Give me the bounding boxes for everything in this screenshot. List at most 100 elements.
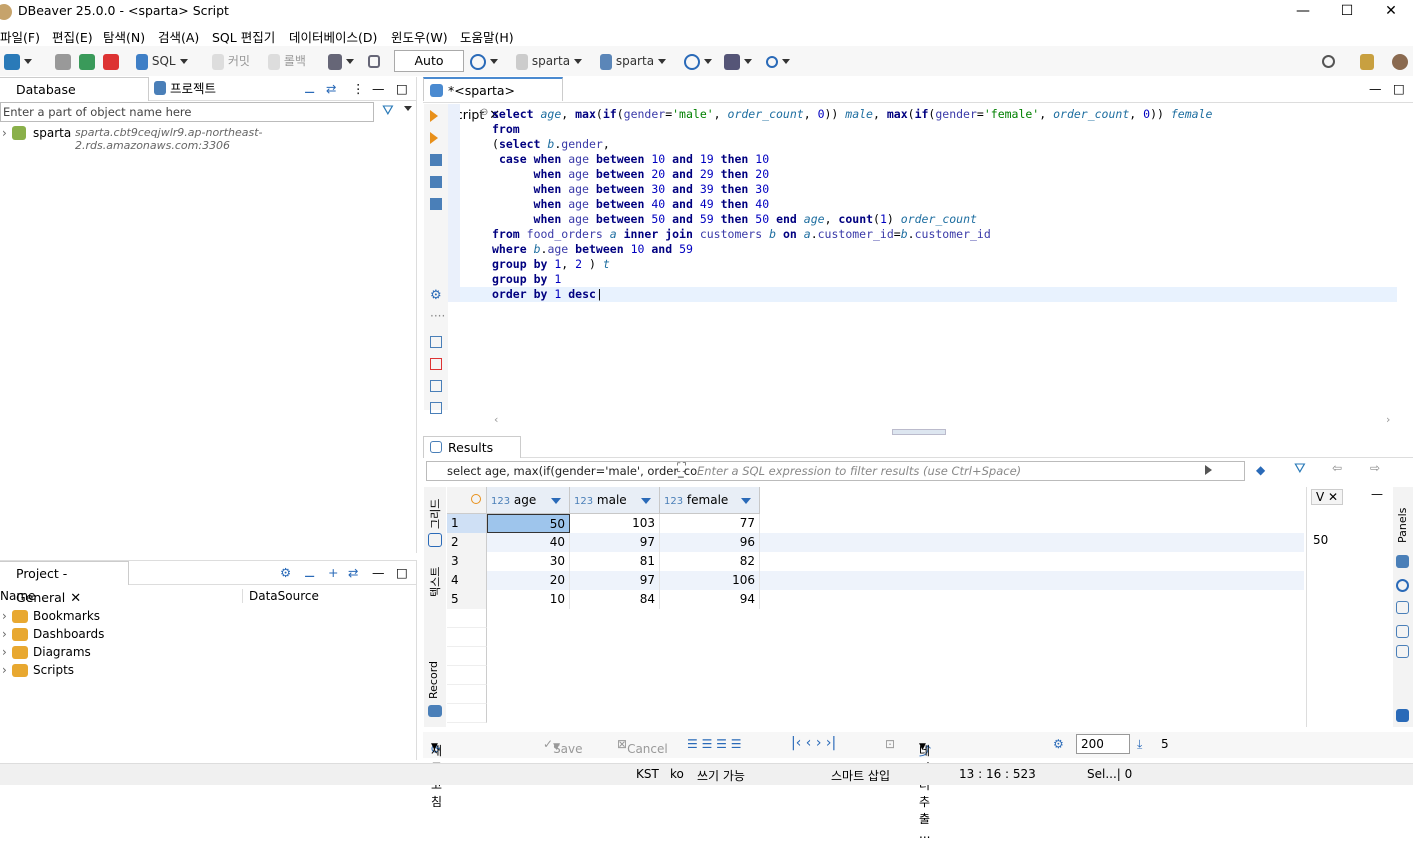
panels-tab[interactable]: Panels <box>1396 508 1409 543</box>
export-icon[interactable] <box>430 336 442 348</box>
table-cell-age[interactable]: 10 <box>487 590 570 609</box>
table-cell-female[interactable]: 106 <box>660 571 760 590</box>
project-item-bookmarks[interactable]: › Bookmarks <box>0 609 400 627</box>
value-tab[interactable]: V ✕ <box>1311 489 1344 505</box>
expand-chevron-icon[interactable]: › <box>2 645 7 659</box>
chevron-down-icon[interactable]: ▼ <box>919 742 926 752</box>
link-icon[interactable]: ⇄ <box>348 561 358 585</box>
table-cell-age[interactable]: 30 <box>487 552 570 571</box>
row-number[interactable]: 4 <box>447 571 487 590</box>
page-navigation-icon[interactable]: |‹ ‹ › ›| <box>791 735 836 751</box>
sort-icon[interactable] <box>551 498 561 504</box>
filter-icon[interactable]: ⛛ <box>1294 461 1306 477</box>
references-icon[interactable] <box>1396 645 1409 658</box>
table-cell-male[interactable]: 81 <box>570 552 660 571</box>
menu-search[interactable]: 검색(A) <box>158 27 199 46</box>
connect-button[interactable] <box>55 51 71 71</box>
metadata-icon[interactable] <box>1396 579 1409 592</box>
layout-icon[interactable] <box>1396 709 1409 722</box>
maximize-button[interactable]: ☐ <box>1324 0 1370 24</box>
save-button[interactable]: ✓ Save ▼ <box>543 737 583 756</box>
menu-sql-editor[interactable]: SQL 편집기 <box>212 27 275 46</box>
fullscreen-icon[interactable]: ⊡ <box>885 737 895 751</box>
column-header-age[interactable]: 123 age <box>487 487 570 514</box>
explain-plan-icon[interactable] <box>430 176 442 188</box>
perspective-button[interactable] <box>1360 51 1374 71</box>
outline-icon[interactable] <box>430 402 442 414</box>
grid-view-icon[interactable] <box>428 533 442 547</box>
table-cell-female[interactable]: 94 <box>660 590 760 609</box>
menu-window[interactable]: 윈도우(W) <box>391 27 448 46</box>
settings-gear-icon[interactable]: ⚙ <box>430 289 442 302</box>
load-plan-icon[interactable] <box>430 198 442 210</box>
column-header-male[interactable]: 123 male <box>570 487 660 514</box>
project-item-scripts[interactable]: › Scripts <box>0 663 400 681</box>
table-cell-male[interactable]: 97 <box>570 533 660 552</box>
calc-icon[interactable] <box>1396 601 1409 614</box>
edit-tools-icon[interactable]: ☰ ☰ ☰ ☰ <box>687 737 741 751</box>
expand-chevron-icon[interactable]: › <box>2 627 7 641</box>
project-item-diagrams[interactable]: › Diagrams <box>0 645 400 663</box>
datasource-selector[interactable]: sparta <box>516 51 582 71</box>
execute-statement-icon[interactable] <box>430 110 438 122</box>
filter-dropdown-icon[interactable] <box>404 106 412 111</box>
tab-database-navigator[interactable]: Database Navigator✕ <box>0 77 149 122</box>
value-panel-icon[interactable] <box>1396 555 1409 568</box>
global-search-button[interactable] <box>1322 51 1335 71</box>
settings-gear-icon[interactable]: ⚙ <box>1053 737 1064 751</box>
search-button[interactable] <box>766 51 790 71</box>
auto-commit-mode[interactable]: Auto <box>394 50 464 72</box>
schema-selector[interactable]: sparta <box>600 51 666 71</box>
expand-chevron-icon[interactable]: › <box>2 609 7 623</box>
close-icon[interactable]: ✕ <box>1328 490 1338 504</box>
collapse-all-button[interactable]: ⚊ <box>304 77 315 101</box>
sort-icon[interactable] <box>741 498 751 504</box>
add-icon[interactable]: + <box>328 561 338 585</box>
filter-expression-input[interactable]: Enter a SQL expression to filter results… <box>697 464 1021 478</box>
back-icon[interactable]: ⇦ <box>1332 461 1342 475</box>
eraser-icon[interactable]: ◆ <box>1256 463 1265 477</box>
view-menu-icon[interactable]: ⋮ <box>352 77 365 101</box>
row-header-corner[interactable] <box>447 487 487 514</box>
expand-chevron-icon[interactable]: › <box>2 663 7 677</box>
tab-project-general[interactable]: Project - General ✕ <box>0 561 129 606</box>
new-connection-button[interactable] <box>4 51 32 71</box>
connection-node[interactable]: › sparta sparta.cbt9ceqjwlr9.ap-northeas… <box>0 126 410 152</box>
invalidate-button[interactable] <box>79 51 95 71</box>
link-editor-icon[interactable]: ⇄ <box>326 77 336 101</box>
row-number[interactable]: 2 <box>447 533 487 552</box>
lock-button[interactable] <box>368 51 380 71</box>
settings-gear-icon[interactable]: ⚙ <box>280 561 291 585</box>
object-filter-input[interactable]: Enter a part of object name here <box>0 102 374 122</box>
menu-file[interactable]: 파일(F) <box>0 27 40 46</box>
table-cell-male[interactable]: 103 <box>570 514 660 533</box>
table-cell-age[interactable]: 40 <box>487 533 570 552</box>
sql-editor-button[interactable]: SQL <box>136 51 188 71</box>
table-cell-age[interactable]: 50 <box>487 514 570 533</box>
tools-button[interactable] <box>724 51 752 71</box>
transaction-mode-button[interactable] <box>328 51 354 71</box>
avatar[interactable] <box>1392 51 1408 71</box>
output-icon[interactable] <box>430 380 442 392</box>
results-splitter-handle[interactable] <box>892 429 946 435</box>
tab-sparta-script[interactable]: *<sparta> Script ✕ <box>423 77 563 123</box>
collapse-icon[interactable]: ⚊ <box>304 561 315 585</box>
close-icon[interactable]: ✕ <box>70 591 81 606</box>
minimize-button[interactable]: — <box>1280 0 1326 24</box>
minimize-panel-icon[interactable]: — <box>1371 487 1383 501</box>
commit-button[interactable]: 커밋 <box>212 51 250 71</box>
record-view-tab[interactable]: Record <box>427 661 440 699</box>
disconnect-button[interactable] <box>103 51 119 71</box>
menu-navigate[interactable]: 탐색(N) <box>103 27 145 46</box>
fetch-all-icon[interactable]: ⤓ <box>1137 737 1142 752</box>
column-header-female[interactable]: 123 female <box>660 487 760 514</box>
execute-script-icon[interactable] <box>430 154 442 166</box>
scroll-right-icon[interactable]: › <box>1386 413 1390 426</box>
history-button[interactable] <box>470 51 498 71</box>
row-number[interactable]: 3 <box>447 552 487 571</box>
menu-database[interactable]: 데이터베이스(D) <box>289 27 377 46</box>
table-cell-female[interactable]: 82 <box>660 552 760 571</box>
error-log-icon[interactable] <box>430 358 442 370</box>
fetch-size-input[interactable]: 200 <box>1076 734 1130 754</box>
chevron-down-icon[interactable]: ▼ <box>431 742 438 752</box>
